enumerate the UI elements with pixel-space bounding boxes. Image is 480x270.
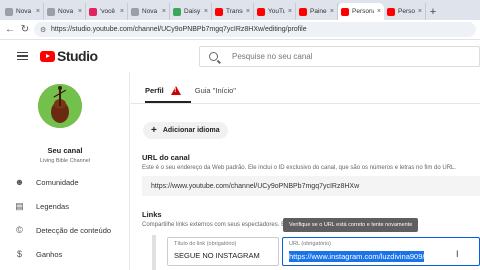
- favicon-icon: [341, 7, 349, 16]
- channel-url-value: https://www.youtube.com/channel/UCy9oPNB…: [151, 182, 360, 190]
- browser-tab[interactable]: Nova guia×: [2, 3, 44, 20]
- link-title-field[interactable]: Título do link (obrigatório) SEGUE NO IN…: [167, 237, 279, 266]
- browser-tab[interactable]: Nova guia×: [44, 3, 86, 20]
- reload-icon[interactable]: ↻: [19, 24, 31, 36]
- favicon-icon: [47, 7, 55, 16]
- add-language-label: Adicionar idioma: [162, 127, 220, 134]
- close-tab-icon[interactable]: ×: [330, 8, 334, 15]
- sidebar-item-label: Legendas: [36, 201, 69, 211]
- search-placeholder: Pesquise no seu canal: [232, 52, 313, 61]
- browser-tab-label: Personaliz: [352, 8, 374, 15]
- error-tooltip: Verifique se o URL está correto e tente …: [283, 218, 419, 232]
- favicon-icon: [257, 7, 265, 16]
- favicon-icon: [5, 7, 13, 16]
- browser-tab[interactable]: Transmiss×: [212, 3, 254, 20]
- browser-tab[interactable]: Painel do×: [296, 3, 338, 20]
- close-tab-icon[interactable]: ×: [418, 8, 422, 15]
- logo-text: Studio: [57, 48, 98, 64]
- channel-url-field[interactable]: https://www.youtube.com/channel/UCy9oPNB…: [142, 176, 480, 196]
- browser-tab-label: Nova guia: [142, 8, 159, 15]
- browser-tab[interactable]: 'você só×: [86, 3, 128, 20]
- favicon-icon: [173, 7, 181, 16]
- site-info-icon[interactable]: ⚙: [40, 26, 47, 34]
- back-icon[interactable]: ←: [4, 24, 16, 36]
- link-title-value: SEGUE NO INSTAGRAM: [174, 251, 260, 260]
- link-url-label: URL (obrigatório): [289, 241, 331, 247]
- sidebar-item-deteccao[interactable]: © Detecção de conteúdo: [0, 218, 130, 242]
- new-tab-icon[interactable]: +: [426, 3, 440, 20]
- browser-tab-label: Nova guia: [16, 8, 33, 15]
- divider: [131, 103, 480, 104]
- plus-icon: +: [151, 125, 157, 136]
- profile-tabs: Perfil Guia "Início": [145, 86, 236, 95]
- close-tab-icon[interactable]: ×: [288, 8, 292, 15]
- close-tab-icon[interactable]: ×: [246, 8, 250, 15]
- link-url-value: https://www.instagram.com/luzdivina909/: [289, 251, 425, 262]
- link-title-label: Título do link (obrigatório): [174, 241, 237, 247]
- favicon-icon: [387, 7, 395, 16]
- close-tab-icon[interactable]: ×: [120, 8, 124, 15]
- favicon-icon: [215, 7, 223, 16]
- sidebar: Seu canal Living Bible Channel ☻ Comunid…: [0, 72, 130, 270]
- browser-tab-label: YouTube: [268, 8, 285, 15]
- copyright-icon: ©: [16, 225, 23, 235]
- browser-tab[interactable]: Personaliz×: [338, 3, 384, 20]
- sidebar-item-label: Detecção de conteúdo: [36, 225, 112, 235]
- links-heading: Links: [142, 210, 162, 219]
- people-icon: ☻: [14, 177, 25, 187]
- close-tab-icon[interactable]: ×: [377, 8, 381, 15]
- youtube-play-icon: [40, 50, 55, 62]
- close-tab-icon[interactable]: ×: [36, 8, 40, 15]
- browser-tab[interactable]: Nova guia×: [128, 3, 170, 20]
- browser-tab-label: 'você só: [100, 8, 117, 15]
- channel-url-description: Este é o seu endereço da Web padrão. Ele…: [142, 165, 457, 171]
- browser-tab-label: Daisy the: [184, 8, 201, 15]
- favicon-icon: [299, 7, 307, 16]
- warning-icon: [170, 86, 181, 95]
- tab-inicio[interactable]: Guia "Início": [195, 86, 236, 95]
- add-language-button[interactable]: + Adicionar idioma: [143, 122, 228, 139]
- violin-icon: [38, 84, 82, 128]
- drag-handle[interactable]: [152, 235, 156, 270]
- screen: Nova guia×Nova guia×'você só×Nova guia×D…: [0, 0, 480, 270]
- channel-avatar[interactable]: [38, 84, 82, 128]
- sidebar-item-label: Comunidade: [36, 177, 79, 187]
- subtitles-icon: ▤: [15, 200, 24, 211]
- sidebar-item-comunidade[interactable]: ☻ Comunidade: [0, 170, 130, 194]
- dollar-icon: $: [16, 249, 22, 259]
- link-url-field[interactable]: URL (obrigatório) https://www.instagram.…: [282, 237, 480, 266]
- address-bar[interactable]: ⚙ https://studio.youtube.com/channel/UCy…: [34, 22, 476, 37]
- browser-tab-strip: Nova guia×Nova guia×'você só×Nova guia×D…: [0, 0, 480, 20]
- close-tab-icon[interactable]: ×: [78, 8, 82, 15]
- browser-tab-label: Person: [398, 8, 415, 15]
- search-icon: [209, 52, 218, 61]
- close-tab-icon[interactable]: ×: [162, 8, 166, 15]
- favicon-icon: [131, 7, 139, 16]
- address-bar-row: ← ↻ ⚙ https://studio.youtube.com/channel…: [0, 20, 480, 40]
- channel-name: Seu canal: [47, 146, 83, 155]
- browser-tab[interactable]: Daisy the×: [170, 3, 212, 20]
- browser-tab-label: Nova guia: [58, 8, 75, 15]
- address-text: https://studio.youtube.com/channel/UCy9o…: [51, 26, 307, 33]
- favicon-icon: [89, 7, 97, 16]
- search-input[interactable]: Pesquise no seu canal: [199, 46, 480, 67]
- browser-tab-label: Painel do: [310, 8, 327, 15]
- sidebar-nav: ☻ Comunidade ▤ Legendas © Detecção de co…: [0, 170, 130, 266]
- tab-perfil[interactable]: Perfil: [145, 86, 181, 95]
- tab-perfil-label: Perfil: [145, 86, 164, 95]
- text-cursor-icon: I: [456, 249, 459, 259]
- browser-tab[interactable]: Person×: [384, 3, 426, 20]
- main-content: Perfil Guia "Início" + Adicionar idioma …: [131, 72, 480, 270]
- youtube-studio-logo[interactable]: Studio: [40, 48, 98, 64]
- browser-tab-label: Transmiss: [226, 8, 243, 15]
- channel-subtitle: Living Bible Channel: [39, 158, 91, 164]
- menu-icon[interactable]: [17, 51, 28, 61]
- sidebar-item-ganhos[interactable]: $ Ganhos: [0, 242, 130, 266]
- close-tab-icon[interactable]: ×: [204, 8, 208, 15]
- channel-url-heading: URL do canal: [142, 153, 190, 162]
- sidebar-item-label: Ganhos: [36, 249, 63, 259]
- browser-tab[interactable]: YouTube×: [254, 3, 296, 20]
- studio-header: Studio Pesquise no seu canal: [0, 40, 480, 72]
- sidebar-item-legendas[interactable]: ▤ Legendas: [0, 194, 130, 218]
